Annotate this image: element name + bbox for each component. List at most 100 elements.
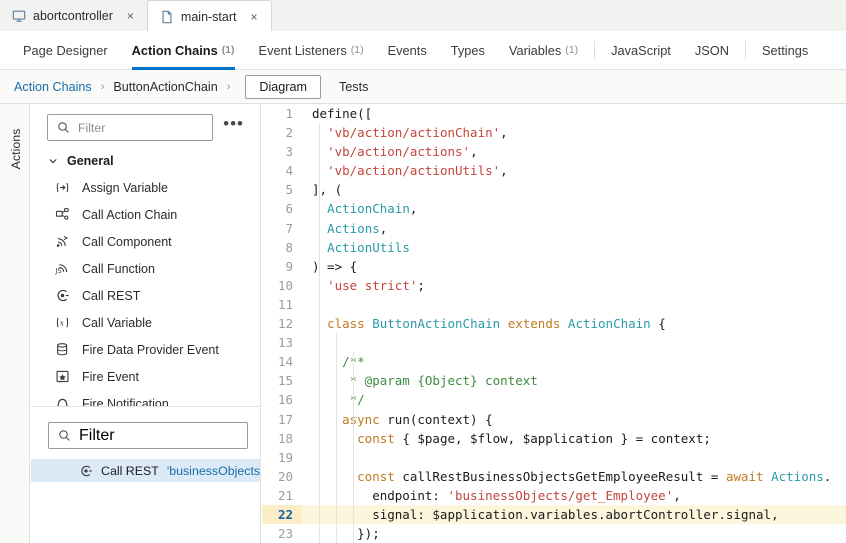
code-text: define([ — [302, 104, 372, 123]
code-token: Actions — [771, 468, 824, 484]
code-text: ], ( — [302, 180, 342, 199]
breadcrumb-chain-name[interactable]: ButtonActionChain — [113, 80, 217, 94]
tab-event-listeners[interactable]: Event Listeners (1) — [247, 31, 376, 70]
tab-label: JavaScript — [611, 42, 671, 58]
palette-item-label: Call REST — [82, 288, 141, 303]
chain-filter-input[interactable]: Filter — [48, 422, 248, 449]
tab-events[interactable]: Events — [376, 31, 439, 70]
rail-actions-label[interactable]: Actions — [9, 119, 23, 179]
code-token: ; — [417, 277, 425, 293]
palette-item-fire-event[interactable]: Fire Event — [31, 363, 260, 390]
line-number: 5 — [285, 182, 293, 198]
palette-item-call-component[interactable]: Call Component — [31, 228, 260, 255]
palette-item-label: Fire Data Provider Event — [82, 342, 219, 357]
call-action-chain-icon — [54, 207, 70, 223]
code-token: , — [409, 201, 418, 217]
code-line[interactable]: 5 ], ( — [262, 180, 846, 199]
code-line[interactable]: 17 async run(context) { — [262, 410, 846, 429]
code-line[interactable]: 23 }); — [262, 524, 846, 543]
tab-action-chains[interactable]: Action Chains (1) — [120, 31, 247, 70]
palette-item-call-action-chain[interactable]: Call Action Chain — [31, 201, 260, 228]
code-line[interactable]: 15 * @param {Object} context — [262, 371, 846, 390]
code-token: , — [673, 487, 681, 503]
code-line[interactable]: 3 'vb/action/actions', — [262, 142, 846, 161]
code-line[interactable]: 1 define([ — [262, 104, 846, 123]
tab-label: Variables — [508, 42, 562, 58]
tab-types[interactable]: Types — [439, 31, 497, 70]
code-text: ) => { — [302, 257, 357, 276]
code-line[interactable]: 11 — [262, 295, 846, 314]
chain-list-item-call-rest[interactable]: Call REST 'businessObjects/g — [31, 459, 260, 482]
chain-list-item-argument: 'businessObjects/g — [166, 463, 260, 478]
close-icon[interactable]: × — [248, 10, 261, 24]
code-line[interactable]: 16 */ — [262, 390, 846, 409]
window-tab-label: abortcontroller — [33, 8, 113, 23]
line-number: 4 — [285, 163, 293, 179]
tab-variables[interactable]: Variables (1) — [497, 31, 590, 70]
code-text: }); — [302, 524, 380, 543]
code-text: signal: $application.variables.abortCont… — [302, 505, 778, 524]
fire-event-icon — [54, 369, 70, 385]
code-line[interactable]: 13 — [262, 333, 846, 352]
line-number: 21 — [277, 487, 293, 503]
code-line[interactable]: 12 class ButtonActionChain extends Actio… — [262, 314, 846, 333]
tab-json[interactable]: JSON — [683, 31, 741, 70]
code-token: . — [823, 468, 832, 484]
code-line[interactable]: 8 ActionUtils — [262, 238, 846, 257]
tests-view-button[interactable]: Tests — [327, 76, 380, 98]
call-variable-icon: x — [54, 315, 70, 331]
code-line[interactable]: 21 endpoint: 'businessObjects/get_Employ… — [262, 486, 846, 505]
line-number: 3 — [285, 144, 293, 160]
window-tab-main-start[interactable]: main-start × — [146, 0, 272, 32]
line-number: 15 — [277, 373, 293, 389]
breadcrumb-action-chains[interactable]: Action Chains — [14, 80, 92, 94]
window-tab-abortcontroller[interactable]: abortcontroller × — [0, 0, 147, 31]
chevron-right-icon: › — [226, 80, 231, 93]
code-line[interactable]: 10 'use strict'; — [262, 276, 846, 295]
palette-item-call-rest[interactable]: Call REST — [31, 282, 260, 309]
palette-overflow-menu-icon[interactable]: ••• — [213, 115, 252, 136]
code-line[interactable]: 18 const { $page, $flow, $application } … — [262, 429, 846, 448]
palette-item-fire-notification[interactable]: Fire Notification — [31, 390, 260, 406]
palette-item-call-function[interactable]: JS Call Function — [31, 255, 260, 282]
code-token: define([ — [312, 106, 373, 121]
code-editor[interactable]: 1 define([2 'vb/action/actionChain', 3 'vb… — [262, 104, 846, 543]
code-line[interactable]: 22 signal: $application.variables.abortC… — [262, 504, 846, 525]
code-line[interactable]: 9) => { — [262, 257, 846, 276]
call-component-icon — [54, 234, 70, 250]
code-line[interactable]: 20 const callRestBusinessObjectsGetEmplo… — [262, 467, 846, 486]
tab-label: JSON — [694, 42, 730, 58]
tab-page-designer[interactable]: Page Designer — [11, 31, 120, 70]
code-token: extends — [507, 316, 561, 332]
palette-item-label: Call Component — [82, 234, 172, 249]
tab-settings[interactable]: Settings — [750, 31, 820, 70]
tab-javascript[interactable]: JavaScript — [599, 31, 683, 70]
chain-list-item-label: Call REST — [101, 463, 159, 478]
code-token: { $page, $flow, $application } = context… — [394, 430, 711, 446]
code-token: 'use strict' — [327, 277, 418, 293]
code-text: class ButtonActionChain extends ActionCh… — [302, 314, 666, 333]
code-line[interactable]: 2 'vb/action/actionChain', — [262, 123, 846, 142]
code-token: ActionChain — [567, 316, 651, 332]
search-icon — [58, 429, 71, 442]
code-line[interactable]: 4 'vb/action/actionUtils', — [262, 161, 846, 180]
palette-group-general[interactable]: General — [31, 147, 260, 174]
call-rest-icon — [54, 288, 70, 304]
close-icon[interactable]: × — [124, 9, 137, 23]
code-line[interactable]: 14 /** — [262, 352, 846, 371]
code-line[interactable]: 7 Actions, — [262, 219, 846, 238]
monitor-icon — [12, 9, 26, 23]
palette-item-label: Call Action Chain — [82, 207, 178, 222]
code-line[interactable]: 6 ActionChain, — [262, 199, 846, 218]
palette-item-fire-data-provider-event[interactable]: Fire Data Provider Event — [31, 336, 260, 363]
code-line[interactable]: 19 — [262, 448, 846, 467]
tab-label: Types — [450, 42, 485, 58]
palette-filter-input[interactable]: Filter — [47, 114, 214, 141]
code-text: Actions, — [302, 219, 387, 238]
palette-item-assign-variable[interactable]: Assign Variable — [31, 174, 260, 201]
palette-item-call-variable[interactable]: x Call Variable — [31, 309, 260, 336]
line-number: 23 — [277, 526, 293, 542]
diagram-view-button[interactable]: Diagram — [245, 74, 321, 99]
